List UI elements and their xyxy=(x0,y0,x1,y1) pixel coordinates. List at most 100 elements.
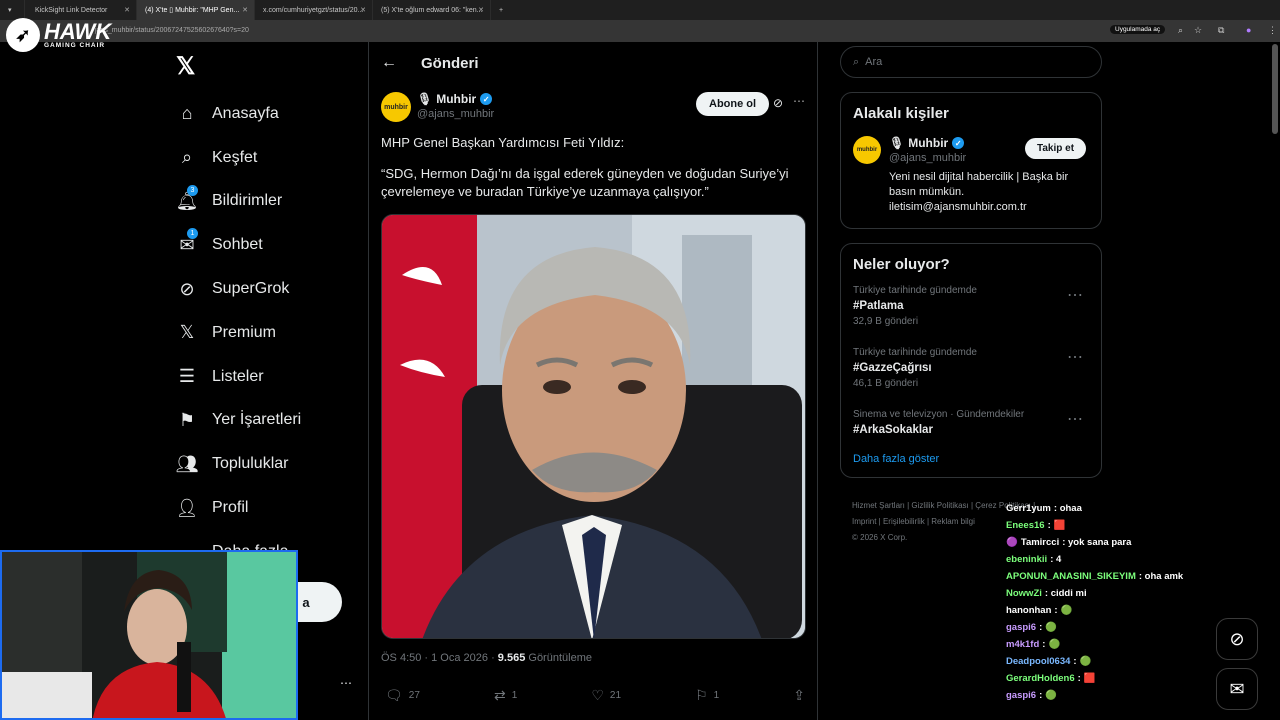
tab-4[interactable]: (5) X'te oğlum edward 06: "ken... ✕ xyxy=(373,0,491,20)
chat-user: m4k1fd xyxy=(1006,639,1040,650)
follow-button[interactable]: Takip et xyxy=(1025,138,1087,159)
chat-line: Deadpool0634: 🟢 xyxy=(1006,653,1183,670)
mic-icon: 🎙︎ xyxy=(417,92,433,106)
webcam-illustration xyxy=(2,552,296,718)
author-handle[interactable]: @ajans_muhbir xyxy=(417,108,494,120)
related-people-card: Alakalı kişiler muhbir 🎙︎ Muhbir ✓ @ajans_… xyxy=(840,92,1102,229)
related-avatar[interactable]: muhbir xyxy=(853,136,881,164)
close-icon[interactable]: ✕ xyxy=(242,6,248,14)
menu-icon[interactable]: ⋮ xyxy=(1268,25,1277,36)
related-bio: Yeni nesil dijital habercilik | Başka bi… xyxy=(889,171,1069,213)
star-icon[interactable]: ☆ xyxy=(1194,25,1202,36)
chat-user: NowwZi xyxy=(1006,588,1042,599)
sidebar-item-profile[interactable]: 👤︎ Profil xyxy=(176,486,301,530)
search-input[interactable]: ⌕ Ara xyxy=(840,46,1102,78)
tab-2[interactable]: (4) X'te ▯ Muhbir: "MHP Gen... ✕ xyxy=(137,0,255,20)
tab-label: (5) X'te oğlum edward 06: "ken... xyxy=(381,6,483,14)
tab-1[interactable]: KickSight Link Detector ✕ xyxy=(25,0,137,20)
right-sidebar: ⌕ Ara Alakalı kişiler muhbir 🎙︎ Muhbir ✓ @a… xyxy=(840,46,1102,478)
chat-user: Tamircci xyxy=(1020,537,1060,548)
sidebar-item-label: SuperGrok xyxy=(212,280,290,298)
post-actions: 🗨︎ 27 ⇄ 1 ♡ 21 ⚐ 1 ⇪ xyxy=(385,687,805,704)
show-more-link[interactable]: Daha fazla göster xyxy=(853,453,1089,465)
reply-button[interactable]: 🗨︎ 27 xyxy=(385,687,420,704)
sidebar-item-label: Keşfet xyxy=(212,148,258,166)
emote-icon: 🟢 xyxy=(1048,639,1061,650)
bookmark-button[interactable]: ⚐ 1 xyxy=(695,687,719,704)
sidebar-item-supergrok[interactable]: ⊘ SuperGrok xyxy=(176,267,301,311)
chat-line: Enees16: 🟥 xyxy=(1006,517,1183,534)
author-info[interactable]: 🎙︎ Muhbir ✓ @ajans_muhbir xyxy=(417,92,494,120)
chat-line: APONUN_ANASINI_SIKEYIM: oha amk xyxy=(1006,568,1183,585)
messages-fab-button[interactable]: ✉ xyxy=(1216,668,1258,710)
related-person[interactable]: muhbir 🎙︎ Muhbir ✓ @ajans_muhbir Yeni nesi… xyxy=(853,136,1089,216)
sidebar-item-explore[interactable]: ⌕ Keşfet xyxy=(176,136,301,180)
trend-count: 32,9 B gönderi xyxy=(853,316,919,327)
profile-icon[interactable]: ● xyxy=(1246,25,1251,35)
trend-item[interactable]: Türkiye tarihinde gündemde #Patlama 32,9… xyxy=(853,285,1089,335)
author-name[interactable]: Muhbir xyxy=(436,92,476,106)
related-title: Alakalı kişiler xyxy=(853,105,949,122)
sidebar-item-premium[interactable]: 𝕏 Premium xyxy=(176,311,301,355)
logo-title: HAWK xyxy=(44,18,112,44)
person-icon: 👤︎ xyxy=(175,497,199,518)
search-icon: ⌕ xyxy=(181,147,193,168)
chat-line: gaspi6: 🟢 xyxy=(1006,619,1183,636)
share-icon: ⇪ xyxy=(793,687,805,703)
more-options-icon[interactable]: ⋯ xyxy=(793,94,805,108)
new-tab-button[interactable]: + xyxy=(491,0,511,20)
repost-button[interactable]: ⇄ 1 xyxy=(494,687,517,704)
emote-icon: 🟢 xyxy=(1060,605,1073,616)
open-in-app-button[interactable]: Uygulamada aç xyxy=(1110,25,1166,34)
tab-menu-button[interactable]: ▾ xyxy=(0,0,25,20)
trend-tag: #Patlama xyxy=(853,300,904,312)
trends-title: Neler oluyor? xyxy=(853,256,950,273)
related-name-row: 🎙︎ Muhbir ✓ xyxy=(889,136,965,150)
sidebar-item-lists[interactable]: ☰ Listeler xyxy=(176,355,301,399)
sidebar-item-communities[interactable]: 👥︎ Topluluklar xyxy=(176,442,301,486)
extensions-icon[interactable]: ⧉ xyxy=(1218,25,1224,36)
chat-line: GerardHolden6: 🟥 xyxy=(1006,670,1183,687)
sidebar-item-bookmarks[interactable]: ⚑ Yer İşaretleri xyxy=(176,399,301,443)
share-button[interactable]: ⇪ xyxy=(793,687,805,704)
post-photo[interactable] xyxy=(381,214,806,639)
address-bar[interactable]: jans_muhbir/status/2006724752560267640?s… xyxy=(0,20,1280,42)
page-scrollbar[interactable] xyxy=(1272,44,1278,134)
sidebar-item-messages[interactable]: ✉ 1 Sohbet xyxy=(176,223,301,267)
search-placeholder: Ara xyxy=(865,56,883,68)
like-button[interactable]: ♡ 21 xyxy=(591,687,621,704)
url-text[interactable]: jans_muhbir/status/2006724752560267640?s… xyxy=(95,27,249,34)
more-options-icon[interactable]: ⋯ xyxy=(1067,347,1083,367)
tab-3[interactable]: x.com/cumhuriyetgzt/status/20... ✕ xyxy=(255,0,373,20)
chat-line: Gerr1yum: ohaa xyxy=(1006,500,1183,517)
author-avatar[interactable]: muhbir xyxy=(381,92,411,122)
chat-msg: : 4 xyxy=(1050,554,1062,565)
zoom-icon[interactable]: ⌕ xyxy=(1178,25,1183,36)
back-arrow-icon[interactable]: ← xyxy=(381,54,397,72)
subscribe-button[interactable]: Abone ol xyxy=(696,92,770,116)
chat-user: Deadpool0634 xyxy=(1006,656,1071,667)
close-icon[interactable]: ✕ xyxy=(478,6,484,14)
grok-fab-button[interactable]: ⊘ xyxy=(1216,618,1258,660)
sidebar-item-label: Profil xyxy=(212,499,249,517)
post-time[interactable]: ÖS 4:50 · 1 Oca 2026 · xyxy=(381,652,498,664)
webcam-overlay xyxy=(0,550,298,720)
related-name[interactable]: Muhbir xyxy=(908,136,948,150)
sidebar-item-notifications[interactable]: 🔔︎ 3 Bildirimler xyxy=(176,180,301,224)
close-icon[interactable]: ✕ xyxy=(360,6,366,14)
trend-tag: #GazzeÇağrısı xyxy=(853,362,932,374)
x-logo-icon[interactable]: 𝕏 xyxy=(176,52,195,81)
badge-icon: 🟣 xyxy=(1006,537,1018,548)
trend-item[interactable]: Türkiye tarihinde gündemde #GazzeÇağrısı… xyxy=(853,347,1089,397)
more-options-icon[interactable]: ⋯ xyxy=(1067,285,1083,305)
account-more-icon[interactable]: ⋯ xyxy=(340,676,352,690)
grok-icon[interactable]: ⊘ xyxy=(773,96,783,110)
sidebar-item-label: Premium xyxy=(212,323,277,341)
trend-item[interactable]: Sinema ve televizyon · Gündemdekiler #Ar… xyxy=(853,409,1089,445)
more-options-icon[interactable]: ⋯ xyxy=(1067,409,1083,429)
sidebar-item-home[interactable]: ⌂ Anasayfa xyxy=(176,92,301,136)
chat-msg: : xyxy=(1077,673,1081,684)
emote-icon: 🟢 xyxy=(1045,622,1058,633)
chat-msg: : xyxy=(1054,605,1058,616)
close-icon[interactable]: ✕ xyxy=(124,6,130,14)
